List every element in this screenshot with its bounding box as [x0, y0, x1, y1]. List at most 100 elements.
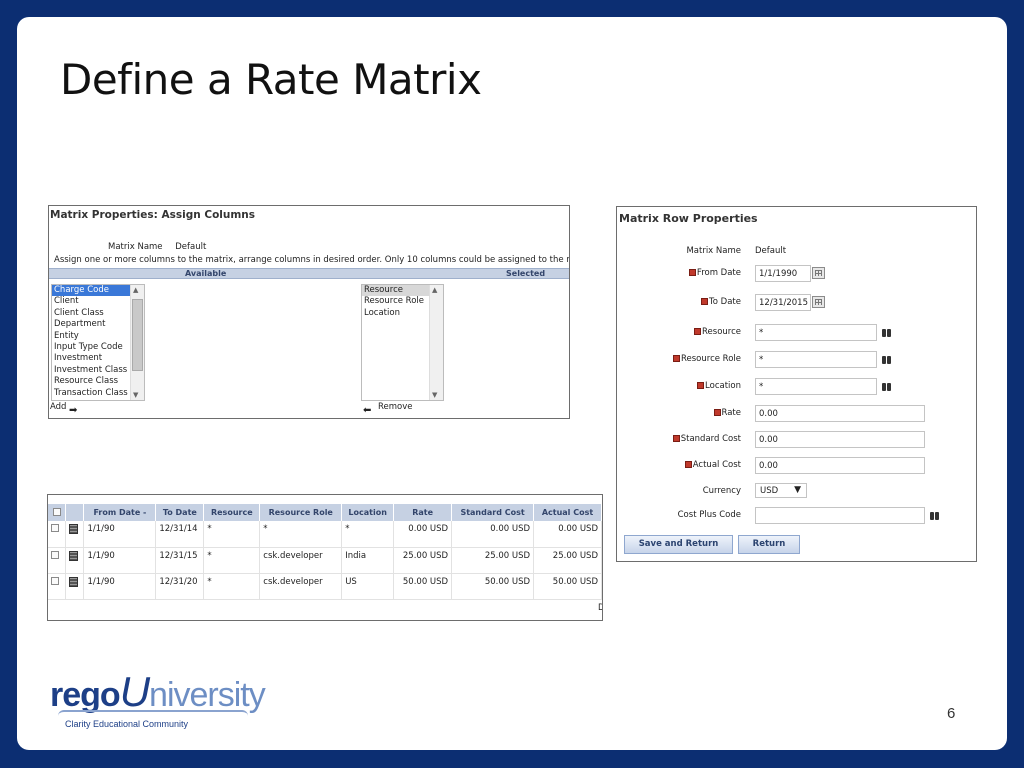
- select-all-header[interactable]: [48, 504, 67, 521]
- grid-trailing-text: D: [598, 603, 602, 613]
- column-header[interactable]: Actual Cost: [533, 504, 602, 521]
- selected-listbox[interactable]: Resource Resource Role Location ▲ ▼: [361, 284, 444, 401]
- caret-down-icon: ▼: [794, 485, 801, 495]
- required-icon: [701, 298, 709, 305]
- logo-u: U: [119, 668, 150, 715]
- row-icon-cell[interactable]: [65, 573, 85, 600]
- actual-cost-cell: 0.00 USD: [533, 521, 602, 548]
- resource-input[interactable]: *: [755, 324, 877, 341]
- logo-rego: rego: [50, 676, 121, 714]
- row-properties-title: Matrix Row Properties: [619, 212, 758, 225]
- return-button[interactable]: Return: [738, 535, 800, 554]
- column-header[interactable]: Resource Role: [259, 504, 343, 521]
- to-date-input[interactable]: 12/31/2015: [755, 294, 811, 311]
- available-listbox[interactable]: Charge Code Client Client Class Departme…: [51, 284, 145, 401]
- page-number: 6: [947, 705, 956, 722]
- table-row[interactable]: 1/1/90 12/31/15 * csk.developer India 25…: [48, 547, 602, 574]
- scroll-down-icon[interactable]: ▼: [432, 391, 437, 399]
- column-header[interactable]: From Date -: [83, 504, 157, 521]
- from-date-label: From Date: [688, 268, 741, 278]
- from-date-label-text: From Date: [696, 268, 741, 278]
- location-row: Location *: [617, 377, 976, 397]
- from-date-input[interactable]: 1/1/1990: [755, 265, 811, 282]
- available-header: Available: [185, 269, 227, 278]
- column-header[interactable]: Resource: [203, 504, 261, 521]
- rate-cell: 50.00 USD: [393, 573, 453, 600]
- to-date-label-text: To Date: [709, 297, 741, 307]
- to-date-cell: 12/31/15: [155, 547, 205, 574]
- add-label[interactable]: Add: [50, 402, 66, 412]
- binoculars-icon[interactable]: [882, 327, 892, 337]
- scroll-down-icon[interactable]: ▼: [133, 391, 138, 399]
- row-checkbox[interactable]: [51, 524, 59, 532]
- required-icon: [672, 435, 680, 442]
- scroll-thumb[interactable]: [132, 299, 143, 371]
- rate-input[interactable]: 0.00: [755, 405, 925, 422]
- rate-row: Rate 0.00: [617, 404, 976, 424]
- binoculars-icon[interactable]: [930, 510, 940, 520]
- actual-cost-input[interactable]: 0.00: [755, 457, 925, 474]
- row-checkbox[interactable]: [51, 576, 59, 585]
- calendar-icon[interactable]: [812, 267, 825, 279]
- properties-icon[interactable]: [69, 524, 79, 534]
- save-and-return-button[interactable]: Save and Return: [624, 535, 733, 554]
- rate-matrix-grid: From Date - To Date Resource Resource Ro…: [47, 494, 603, 621]
- table-row[interactable]: 1/1/90 12/31/14 * * * 0.00 USD 0.00 USD …: [48, 521, 602, 548]
- currency-select[interactable]: USD ▼: [755, 483, 807, 498]
- column-header[interactable]: Location: [341, 504, 395, 521]
- row-checkbox[interactable]: [51, 550, 59, 559]
- actual-cost-cell: 50.00 USD: [533, 573, 602, 600]
- resource-role-input[interactable]: *: [755, 351, 877, 368]
- row-icon-cell[interactable]: [65, 547, 85, 574]
- rego-university-logo: regoUniversity Clarity Educational Commu…: [50, 671, 266, 730]
- binoculars-icon[interactable]: [882, 354, 892, 364]
- standard-cost-cell: 50.00 USD: [451, 573, 535, 600]
- scroll-up-icon[interactable]: ▲: [432, 286, 437, 294]
- column-header[interactable]: Standard Cost: [451, 504, 535, 521]
- location-cell: US: [341, 573, 395, 600]
- actual-cost-label-text: Actual Cost: [692, 460, 741, 470]
- remove-label[interactable]: Remove: [378, 402, 413, 412]
- to-date-cell: 12/31/20: [155, 573, 205, 600]
- available-scrollbar[interactable]: ▲ ▼: [130, 285, 144, 400]
- arrow-right-icon[interactable]: ➡: [69, 405, 77, 416]
- resource-row: Resource *: [617, 323, 976, 343]
- properties-icon[interactable]: [69, 576, 79, 587]
- icon-column-header: [65, 504, 85, 521]
- column-header[interactable]: Rate: [393, 504, 453, 521]
- selected-scrollbar[interactable]: ▲ ▼: [429, 285, 443, 400]
- standard-cost-cell: 25.00 USD: [451, 547, 535, 574]
- actual-cost-row: Actual Cost 0.00: [617, 456, 976, 476]
- location-input[interactable]: *: [755, 378, 877, 395]
- standard-cost-row: Standard Cost 0.00: [617, 430, 976, 450]
- row-checkbox-cell[interactable]: [48, 573, 67, 600]
- binoculars-icon[interactable]: [882, 381, 892, 391]
- column-header[interactable]: To Date: [155, 504, 205, 521]
- arrow-left-icon[interactable]: ⬅: [363, 405, 371, 416]
- to-date-row: To Date 12/31/2015: [617, 293, 976, 313]
- selected-header: Selected: [506, 269, 546, 278]
- row-checkbox-cell[interactable]: [48, 547, 67, 574]
- resource-label-text: Resource: [702, 327, 741, 337]
- slide: Define a Rate Matrix Matrix Properties: …: [17, 17, 1007, 750]
- required-icon: [684, 461, 692, 468]
- rate-cell: 0.00 USD: [393, 521, 453, 548]
- slide-title: Define a Rate Matrix: [60, 55, 482, 104]
- rate-label-text: Rate: [721, 408, 742, 418]
- assign-matrix-name-value: Default: [175, 242, 207, 252]
- row-icon-cell[interactable]: [65, 521, 85, 548]
- scroll-up-icon[interactable]: ▲: [133, 286, 138, 294]
- row-checkbox-cell[interactable]: [48, 521, 67, 548]
- assign-matrix-name-label: Matrix Name: [108, 242, 163, 252]
- table-row[interactable]: 1/1/90 12/31/20 * csk.developer US 50.00…: [48, 573, 602, 600]
- standard-cost-label: Standard Cost: [672, 434, 741, 444]
- standard-cost-input[interactable]: 0.00: [755, 431, 925, 448]
- to-date-cell: 12/31/14: [155, 521, 205, 548]
- logo-swoosh: [58, 710, 248, 716]
- currency-row: Currency USD ▼: [617, 482, 976, 502]
- actual-cost-cell: 25.00 USD: [533, 547, 602, 574]
- cost-plus-code-input[interactable]: [755, 507, 925, 524]
- select-all-checkbox[interactable]: [52, 507, 61, 516]
- calendar-icon[interactable]: [812, 296, 825, 308]
- properties-icon[interactable]: [69, 550, 79, 561]
